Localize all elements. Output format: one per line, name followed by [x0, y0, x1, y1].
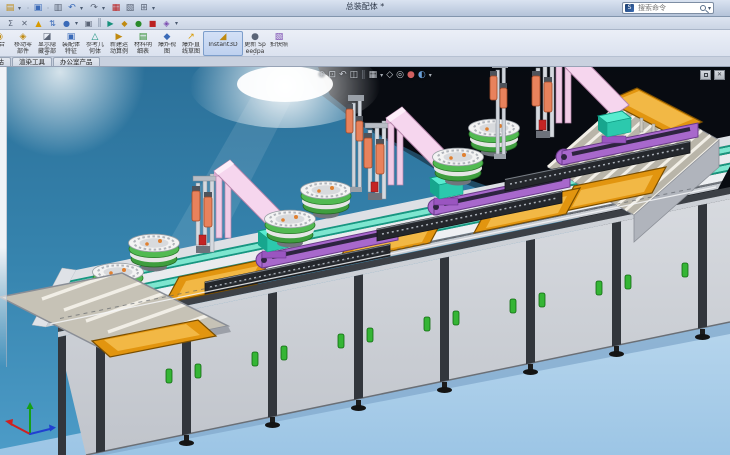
close-window-button[interactable]: ✕ — [714, 70, 725, 80]
open-document-icon[interactable]: ▤ — [4, 3, 16, 13]
command-manager-tabs: 评估 渲染工具 办公室产品 — [0, 57, 730, 67]
view-orientation-caret[interactable]: ▾ — [380, 72, 383, 79]
equations-icon[interactable]: Σ — [5, 18, 16, 29]
screen-capture-icon[interactable]: ▦ — [110, 3, 122, 13]
exploded-view-button[interactable]: ◆ 爆炸视图 — [155, 31, 179, 56]
new-motion-study-icon: ▶ — [116, 32, 123, 42]
command-manager-ribbon: ◉ 配合 ◈ 移动零部件 ◪ 显示隐藏零部件 ▣ 装配体特征 △ 参考几何体 ▶… — [0, 30, 730, 57]
show-hidden-components-label: 显示隐藏零部件 — [36, 42, 58, 55]
graphics-viewport[interactable]: ⊕ ⊡ ↶ ◫ ‖ ▦ ▾ ◇ ◎ ● ◐ ▾ ✕ — [0, 67, 730, 455]
restore-icon — [704, 73, 708, 77]
update-speedpak-button[interactable]: ● 更新 Speedpak — [243, 31, 267, 56]
tab-office-products[interactable]: 办公室产品 — [53, 57, 100, 66]
file-properties-icon[interactable]: ▧ — [124, 3, 136, 13]
print-icon[interactable]: ▥ — [52, 3, 64, 13]
feature-manager-collapsed-panel[interactable] — [0, 67, 7, 367]
assembly-features-icon: ▣ — [67, 32, 76, 42]
measure-icon[interactable]: ⇅ — [47, 18, 58, 29]
explode-line-sketch-label: 爆炸直线草图 — [180, 42, 202, 55]
undo-icon[interactable]: ↶ — [66, 3, 78, 13]
tab-render-tools[interactable]: 渲染工具 — [12, 57, 52, 66]
bill-of-materials-label: 材料明细表 — [132, 42, 154, 55]
restore-window-button[interactable] — [700, 70, 711, 80]
search-dropdown-caret[interactable]: ▾ — [708, 5, 711, 12]
save-icon[interactable]: ▣ — [32, 3, 44, 13]
hide-show-items-icon[interactable]: ◎ — [396, 70, 404, 80]
close-icon: ✕ — [717, 72, 722, 78]
toolbar-separator: · — [46, 4, 50, 13]
view-orientation-icon[interactable]: ▦ — [369, 70, 378, 80]
update-speedpak-label: 更新 Speedpak — [244, 42, 266, 55]
new-motion-study-button[interactable]: ▶ 新建运动算例 — [107, 31, 131, 56]
instant3d-button[interactable]: ◢ Instant3D — [203, 31, 243, 56]
explode-line-sketch-button[interactable]: ↗ 爆炸直线草图 — [179, 31, 203, 56]
redo-icon[interactable]: ↷ — [88, 3, 100, 13]
explode-line-sketch-icon: ↗ — [187, 32, 195, 42]
options-dropdown-caret[interactable]: ▾ — [175, 20, 180, 27]
open-dropdown-caret[interactable]: ▾ — [18, 5, 24, 12]
move-component-button[interactable]: ◈ 移动零部件 — [11, 31, 35, 56]
mate-button[interactable]: ◉ 配合 — [0, 31, 11, 56]
exploded-view-label: 爆炸视图 — [156, 42, 178, 55]
tab-evaluate[interactable]: 评估 — [0, 57, 11, 66]
assembly-features-button[interactable]: ▣ 装配体特征 — [59, 31, 83, 56]
instant3d-label: Instant3D — [204, 42, 242, 55]
document-title: 总装配体 * — [230, 1, 500, 12]
screenshot-icon[interactable]: ▣ — [83, 18, 94, 29]
instant3d-icon: ◢ — [220, 32, 227, 42]
reference-geometry-icon: △ — [92, 32, 99, 42]
headsup-separator: ‖ — [361, 70, 366, 80]
edit-appearance-icon[interactable]: ● — [61, 18, 72, 29]
title-bar: ▤ ▾ · ▣ · ▥ ↶ ▾ ↷ ▾ ▦ ▧ ⊞ ▾ 总装配体 * S ▾ — [0, 0, 730, 17]
redo-dropdown-caret[interactable]: ▾ — [102, 5, 108, 12]
motion-study-icon[interactable]: ▶ — [105, 18, 116, 29]
show-hidden-components-button[interactable]: ◪ 显示隐藏零部件 — [35, 31, 59, 56]
apply-scene-icon[interactable]: ◐ — [418, 70, 426, 80]
assembly-features-label: 装配体特征 — [60, 42, 82, 55]
mate-label: 配合 — [0, 42, 10, 55]
viewport-3d-scene[interactable] — [0, 67, 730, 455]
mate-icon: ◉ — [0, 32, 3, 42]
reference-geometry-label: 参考几何体 — [84, 42, 106, 55]
search-box[interactable]: S ▾ — [622, 2, 714, 14]
heads-up-view-toolbar: ⊕ ⊡ ↶ ◫ ‖ ▦ ▾ ◇ ◎ ● ◐ ▾ — [318, 67, 432, 83]
toolbar-separator: · — [26, 4, 30, 13]
reference-geometry-button[interactable]: △ 参考几何体 — [83, 31, 107, 56]
rebuild-warning-icon[interactable]: ▲ — [33, 18, 44, 29]
toolbar-separator: ‖ — [97, 18, 102, 28]
interference-check-icon[interactable]: ✕ — [19, 18, 30, 29]
take-snapshot-label: 拍快照 — [268, 42, 290, 55]
zoom-to-area-icon[interactable]: ⊡ — [329, 70, 337, 80]
show-hidden-components-icon: ◪ — [43, 32, 52, 42]
move-component-icon: ◈ — [20, 32, 27, 42]
view-settings-caret[interactable]: ▾ — [429, 72, 432, 79]
toolbox-icon[interactable]: ■ — [147, 18, 158, 29]
edit-appearance-icon[interactable]: ● — [407, 70, 415, 80]
layout-dropdown-caret[interactable]: ▾ — [152, 5, 158, 12]
bill-of-materials-icon: ▤ — [139, 32, 148, 42]
section-view-icon[interactable]: ◫ — [350, 70, 359, 80]
appearance-dropdown-caret[interactable]: ▾ — [75, 20, 80, 27]
update-speedpak-icon: ● — [251, 32, 259, 42]
quick-access-toolbar: ▤ ▾ · ▣ · ▥ ↶ ▾ ↷ ▾ ▦ ▧ ⊞ ▾ — [4, 1, 158, 16]
new-motion-study-label: 新建运动算例 — [108, 42, 130, 55]
window-layout-icon[interactable]: ⊞ — [138, 3, 150, 13]
search-magnifier-icon[interactable] — [700, 5, 706, 11]
simulation-icon[interactable]: ◆ — [119, 18, 130, 29]
display-style-icon[interactable]: ◇ — [386, 70, 393, 80]
standard-toolbar: Σ ✕ ▲ ⇅ ● ▾ ▣ ‖ ▶ ◆ ● ■ ◈ ▾ — [0, 17, 730, 30]
previous-view-icon[interactable]: ↶ — [339, 70, 347, 80]
zoom-to-fit-icon[interactable]: ⊕ — [318, 70, 326, 80]
exploded-view-icon: ◆ — [164, 32, 171, 42]
document-window-controls: ✕ — [700, 70, 725, 80]
search-input[interactable] — [636, 3, 698, 13]
undo-dropdown-caret[interactable]: ▾ — [80, 5, 86, 12]
take-snapshot-button[interactable]: ▧ 拍快照 — [267, 31, 291, 56]
options-icon[interactable]: ◈ — [161, 18, 172, 29]
move-component-label: 移动零部件 — [12, 42, 34, 55]
bill-of-materials-button[interactable]: ▤ 材料明细表 — [131, 31, 155, 56]
solidworks-logo-icon: S — [625, 4, 634, 12]
check-ok-icon[interactable]: ● — [133, 18, 144, 29]
take-snapshot-icon: ▧ — [275, 32, 284, 42]
